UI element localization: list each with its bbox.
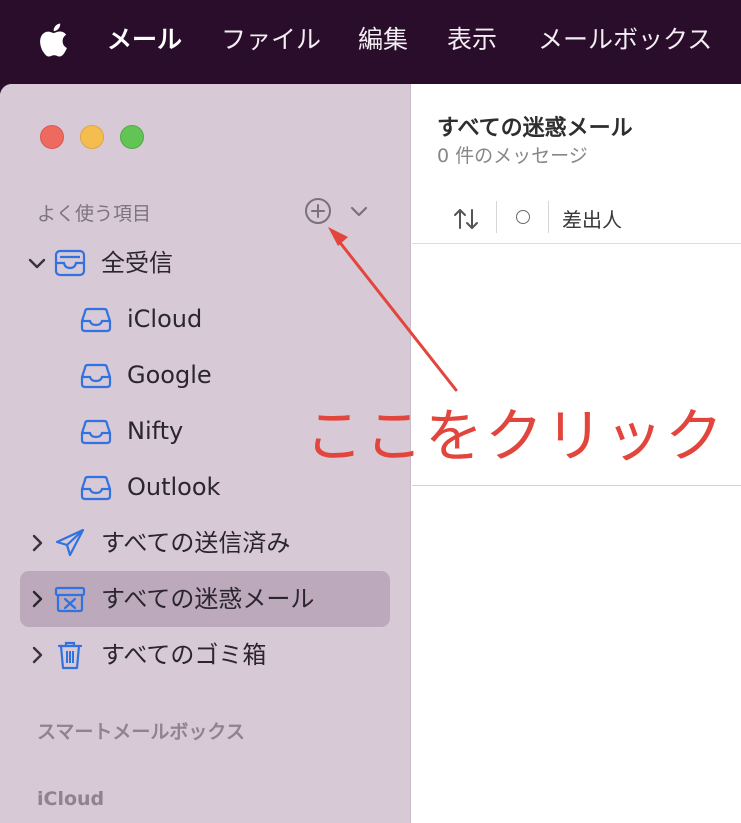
window-zoom-button[interactable] bbox=[120, 125, 144, 149]
menu-edit[interactable]: 編集 bbox=[358, 22, 408, 58]
menu-mailbox[interactable]: メールボックス bbox=[538, 22, 712, 58]
inbox-icon bbox=[54, 249, 86, 277]
window-close-button[interactable] bbox=[40, 125, 64, 149]
column-header: 差出人 bbox=[412, 196, 741, 244]
sidebar-item-all-trash[interactable]: すべてのゴミ箱 bbox=[20, 627, 390, 683]
chevron-down-icon[interactable] bbox=[348, 200, 370, 222]
menu-file[interactable]: ファイル bbox=[221, 22, 321, 58]
sidebar-item-label: すべてのゴミ箱 bbox=[101, 641, 267, 669]
inbox-icon bbox=[80, 363, 112, 389]
apple-logo-icon[interactable] bbox=[38, 22, 68, 58]
inbox-icon bbox=[80, 307, 112, 333]
chevron-right-icon[interactable] bbox=[26, 532, 48, 554]
sidebar-item-icloud[interactable]: iCloud bbox=[20, 291, 390, 347]
sidebar-item-label: すべての送信済み bbox=[101, 529, 291, 557]
junk-tray-icon bbox=[54, 586, 86, 613]
menu-bar: メール ファイル 編集 表示 メールボックス bbox=[0, 0, 741, 84]
list-divider bbox=[412, 485, 741, 486]
message-list-pane: すべての迷惑メール 0 件のメッセージ 差出人 bbox=[412, 84, 741, 823]
sidebar-item-label: Nifty bbox=[127, 417, 184, 445]
chevron-right-icon[interactable] bbox=[26, 644, 48, 666]
column-divider bbox=[548, 201, 549, 233]
column-divider bbox=[496, 201, 497, 233]
sidebar-item-label: すべての迷惑メール bbox=[101, 585, 315, 613]
sidebar-item-label: Google bbox=[127, 361, 212, 389]
menu-view[interactable]: 表示 bbox=[447, 22, 497, 58]
sidebar: よく使う項目 全受信 iCloud Google Nifty Outlook す… bbox=[0, 84, 411, 823]
circle-icon[interactable] bbox=[516, 210, 530, 224]
inbox-icon bbox=[80, 475, 112, 501]
menu-mail[interactable]: メール bbox=[107, 22, 182, 58]
sidebar-item-all-inboxes[interactable]: 全受信 bbox=[20, 235, 390, 291]
sidebar-item-outlook[interactable]: Outlook bbox=[20, 459, 390, 515]
trash-icon bbox=[57, 641, 83, 670]
sidebar-item-google[interactable]: Google bbox=[20, 347, 390, 403]
inbox-icon bbox=[80, 419, 112, 445]
sidebar-item-all-sent[interactable]: すべての送信済み bbox=[20, 515, 390, 571]
paper-plane-icon bbox=[55, 528, 85, 557]
mailbox-title: すべての迷惑メール bbox=[437, 116, 633, 141]
plus-circle-icon[interactable] bbox=[303, 196, 333, 226]
sidebar-item-nifty[interactable]: Nifty bbox=[20, 403, 390, 459]
sidebar-item-label: iCloud bbox=[127, 305, 203, 333]
favorites-header[interactable]: よく使う項目 bbox=[37, 199, 151, 226]
icloud-section-header[interactable]: iCloud bbox=[37, 788, 104, 810]
sender-column-header[interactable]: 差出人 bbox=[562, 204, 622, 233]
sidebar-item-label: 全受信 bbox=[101, 249, 173, 277]
sort-arrows-icon[interactable] bbox=[452, 206, 480, 232]
message-count: 0 件のメッセージ bbox=[437, 145, 588, 167]
sidebar-item-all-junk[interactable]: すべての迷惑メール bbox=[20, 571, 390, 627]
smart-mailboxes-header[interactable]: スマートメールボックス bbox=[37, 717, 245, 744]
chevron-right-icon[interactable] bbox=[26, 588, 48, 610]
mail-window: よく使う項目 全受信 iCloud Google Nifty Outlook す… bbox=[0, 84, 741, 823]
chevron-down-icon[interactable] bbox=[26, 252, 48, 274]
sidebar-item-label: Outlook bbox=[127, 473, 221, 501]
window-minimize-button[interactable] bbox=[80, 125, 104, 149]
